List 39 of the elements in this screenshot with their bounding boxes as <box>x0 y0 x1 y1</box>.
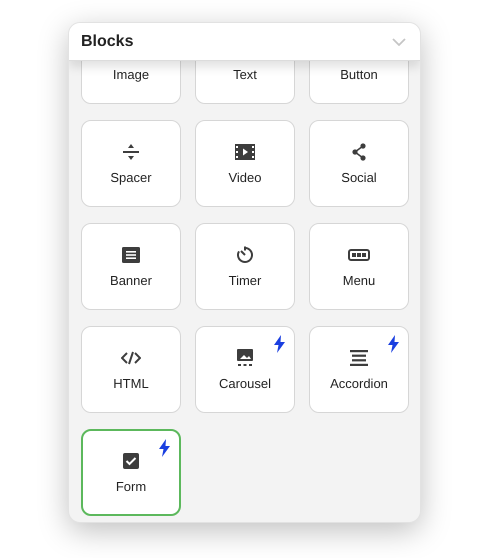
block-label: Text <box>233 68 257 81</box>
image-slides-icon <box>237 349 253 367</box>
timer-icon <box>236 246 254 264</box>
block-tile[interactable]: Timer <box>195 223 295 310</box>
block-label: Menu <box>342 274 376 287</box>
block-tile[interactable]: Image <box>81 61 181 104</box>
block-label: Spacer <box>110 171 152 184</box>
block-tile[interactable]: Form <box>81 429 181 516</box>
block-label: Button <box>340 68 378 81</box>
checkbox-icon <box>123 453 139 469</box>
block-tile[interactable]: Social <box>309 120 409 207</box>
block-tile[interactable]: Accordion <box>309 326 409 413</box>
spacer-icon <box>122 143 140 161</box>
block-tile[interactable]: Button <box>309 61 409 104</box>
film-icon <box>235 144 255 160</box>
block-label: Image <box>112 68 150 81</box>
block-tile[interactable]: Menu <box>309 223 409 310</box>
block-label: Form <box>116 480 146 493</box>
block-tile[interactable]: Video <box>195 120 295 207</box>
panel-header[interactable]: Blocks <box>69 23 420 61</box>
block-tile[interactable]: Spacer <box>81 120 181 207</box>
block-label: Accordion <box>330 377 388 390</box>
share-icon <box>351 143 367 161</box>
panel-title: Blocks <box>81 32 134 52</box>
code-icon <box>121 351 141 365</box>
chevron-icon[interactable] <box>392 38 406 46</box>
block-label: Carousel <box>218 377 272 390</box>
block-tile[interactable]: Text <box>195 61 295 104</box>
block-label: Video <box>228 171 262 184</box>
block-label: Banner <box>110 274 152 287</box>
block-tile[interactable]: Banner <box>81 223 181 310</box>
block-label: Social <box>341 171 377 184</box>
align-lines-icon <box>350 350 368 366</box>
block-label: Timer <box>228 274 262 287</box>
block-tile[interactable]: HTML <box>81 326 181 413</box>
block-label: HTML <box>113 377 149 390</box>
banner-icon <box>122 247 140 263</box>
menu-bar-icon <box>348 249 370 261</box>
block-tile[interactable]: Carousel <box>195 326 295 413</box>
